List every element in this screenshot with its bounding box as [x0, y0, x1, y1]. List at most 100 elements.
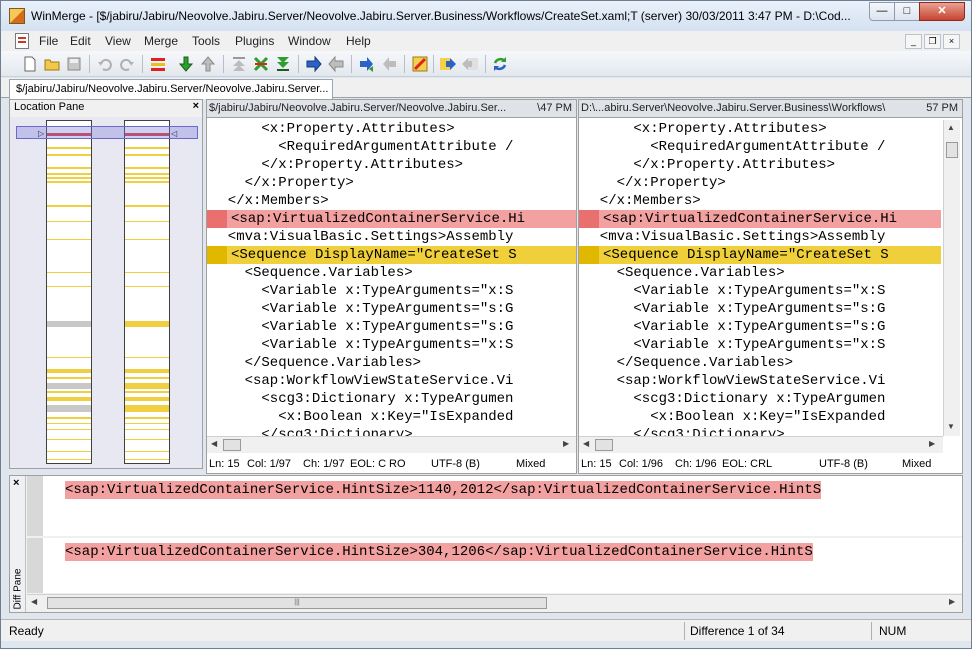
last-diff-icon[interactable]: [274, 55, 292, 73]
options-icon[interactable]: [411, 55, 429, 73]
left-code-line[interactable]: </x:Property>: [207, 174, 576, 192]
first-diff-icon[interactable]: [230, 55, 248, 73]
redo-icon[interactable]: [118, 55, 136, 73]
right-vertical-scrollbar[interactable]: ▲ ▼: [943, 120, 960, 436]
copy-left-icon[interactable]: [327, 55, 345, 73]
menu-window[interactable]: Window: [288, 34, 331, 48]
left-code-line[interactable]: </x:Members>: [207, 192, 576, 210]
document-icon[interactable]: [15, 33, 29, 49]
scroll-left-icon[interactable]: ◀: [583, 439, 589, 448]
right-code-line[interactable]: <Variable x:TypeArguments="s:G: [579, 300, 941, 318]
menu-tools[interactable]: Tools: [192, 34, 220, 48]
diff-options-icon[interactable]: [149, 55, 167, 73]
open-icon[interactable]: [43, 55, 61, 73]
right-hscroll-thumb[interactable]: [595, 439, 613, 451]
refresh-icon[interactable]: [491, 55, 509, 73]
right-code-line[interactable]: <sap:WorkflowViewStateService.Vi: [579, 372, 941, 390]
left-code-line[interactable]: <sap:VirtualizedContainerService.Hi: [207, 210, 576, 228]
left-code-line[interactable]: <mva:VisualBasic.Settings>Assembly: [207, 228, 576, 246]
diff-hscroll-thumb[interactable]: |||: [47, 597, 547, 609]
next-diff-icon[interactable]: [177, 55, 195, 73]
maximize-button[interactable]: □: [894, 2, 920, 21]
location-map-right-column[interactable]: [124, 120, 170, 464]
mdi-close-button[interactable]: ×: [943, 34, 960, 49]
undo-icon[interactable]: [96, 55, 114, 73]
menu-edit[interactable]: Edit: [70, 34, 91, 48]
save-icon[interactable]: [65, 55, 83, 73]
new-icon[interactable]: [21, 55, 39, 73]
left-code-line[interactable]: <Variable x:TypeArguments="s:G: [207, 300, 576, 318]
right-code-line[interactable]: <x:Boolean x:Key="IsExpanded: [579, 408, 941, 426]
left-code-line[interactable]: <scg3:Dictionary x:TypeArgumen: [207, 390, 576, 408]
scroll-left-icon[interactable]: ◀: [211, 439, 217, 448]
right-code-line[interactable]: </scg3:Dictionary>: [579, 426, 941, 436]
location-map-left-column[interactable]: [46, 120, 92, 464]
document-tab[interactable]: $/jabiru/Jabiru/Neovolve.Jabiru.Server/N…: [9, 79, 333, 99]
right-code-line[interactable]: </x:Property>: [579, 174, 941, 192]
scroll-right-icon[interactable]: ▶: [949, 597, 955, 606]
menu-help[interactable]: Help: [346, 34, 371, 48]
all-right-icon[interactable]: [439, 55, 457, 73]
menu-file[interactable]: File: [39, 34, 58, 48]
right-code-line[interactable]: </Sequence.Variables>: [579, 354, 941, 372]
left-code-line[interactable]: <Sequence.Variables>: [207, 264, 576, 282]
left-code-line[interactable]: <Variable x:TypeArguments="x:S: [207, 336, 576, 354]
left-code-line[interactable]: <x:Property.Attributes>: [207, 120, 576, 138]
copy-right-advance-icon[interactable]: [358, 55, 376, 73]
right-code-line[interactable]: <sap:VirtualizedContainerService.Hi: [579, 210, 941, 228]
right-code-line[interactable]: <Variable x:TypeArguments="s:G: [579, 318, 941, 336]
left-code-line[interactable]: </Sequence.Variables>: [207, 354, 576, 372]
mdi-restore-button[interactable]: ❐: [924, 34, 941, 49]
scroll-left-icon[interactable]: ◀: [31, 597, 37, 606]
left-code-line[interactable]: <sap:WorkflowViewStateService.Vi: [207, 372, 576, 390]
left-hscroll-thumb[interactable]: [223, 439, 241, 451]
minimize-button[interactable]: —: [869, 2, 895, 21]
left-code-line[interactable]: <RequiredArgumentAttribute /: [207, 138, 576, 156]
current-diff-icon[interactable]: [252, 55, 270, 73]
right-code-view[interactable]: <x:Property.Attributes> <RequiredArgumen…: [579, 120, 941, 436]
location-map[interactable]: ▷ ◁: [10, 117, 202, 468]
left-code-line[interactable]: </x:Property.Attributes>: [207, 156, 576, 174]
diff-pane-right-line[interactable]: <sap:VirtualizedContainerService.HintSiz…: [27, 538, 962, 593]
right-code-line[interactable]: <Variable x:TypeArguments="x:S: [579, 282, 941, 300]
right-code-line[interactable]: <Sequence DisplayName="CreateSet S: [579, 246, 941, 264]
scroll-down-icon[interactable]: ▼: [947, 422, 955, 431]
diff-horizontal-scrollbar[interactable]: ◀ ||| ▶: [27, 594, 962, 611]
left-code-view[interactable]: <x:Property.Attributes> <RequiredArgumen…: [207, 120, 576, 436]
mdi-minimize-button[interactable]: _: [905, 34, 922, 49]
right-code-line[interactable]: <mva:VisualBasic.Settings>Assembly: [579, 228, 941, 246]
left-code-line[interactable]: <Variable x:TypeArguments="s:G: [207, 318, 576, 336]
menu-plugins[interactable]: Plugins: [235, 34, 274, 48]
scroll-right-icon[interactable]: ▶: [563, 439, 569, 448]
menu-view[interactable]: View: [105, 34, 131, 48]
left-code-line[interactable]: <Sequence DisplayName="CreateSet S: [207, 246, 576, 264]
location-pane-close-icon[interactable]: ×: [193, 100, 199, 112]
location-diff-band: [47, 417, 91, 419]
left-code-line[interactable]: </scg3:Dictionary>: [207, 426, 576, 436]
right-horizontal-scrollbar[interactable]: ◀ ▶: [579, 436, 943, 453]
right-code-line[interactable]: <x:Property.Attributes>: [579, 120, 941, 138]
right-code-line[interactable]: <RequiredArgumentAttribute /: [579, 138, 941, 156]
left-code-line[interactable]: <x:Boolean x:Key="IsExpanded: [207, 408, 576, 426]
left-code-line[interactable]: <Variable x:TypeArguments="x:S: [207, 282, 576, 300]
scroll-up-icon[interactable]: ▲: [947, 123, 955, 132]
right-vscroll-thumb[interactable]: [946, 142, 958, 158]
right-code-line[interactable]: <scg3:Dictionary x:TypeArgumen: [579, 390, 941, 408]
winmerge-app-icon[interactable]: [9, 8, 25, 24]
diff-pane-left-line[interactable]: <sap:VirtualizedContainerService.HintSiz…: [27, 476, 962, 536]
left-horizontal-scrollbar[interactable]: ◀ ▶: [207, 436, 576, 453]
right-code-line[interactable]: </x:Members>: [579, 192, 941, 210]
scroll-right-icon[interactable]: ▶: [929, 439, 935, 448]
title-bar[interactable]: WinMerge - [$/jabiru/Jabiru/Neovolve.Jab…: [1, 1, 971, 31]
prev-diff-icon[interactable]: [199, 55, 217, 73]
right-code-line[interactable]: <Sequence.Variables>: [579, 264, 941, 282]
menu-merge[interactable]: Merge: [144, 34, 178, 48]
all-left-icon[interactable]: [461, 55, 479, 73]
copy-left-advance-icon[interactable]: [380, 55, 398, 73]
close-button[interactable]: ✕: [919, 2, 965, 21]
diff-pane-close-icon[interactable]: ×: [13, 477, 19, 489]
right-code-line[interactable]: </x:Property.Attributes>: [579, 156, 941, 174]
copy-right-icon[interactable]: [305, 55, 323, 73]
location-diff-band: [125, 439, 169, 440]
right-code-line[interactable]: <Variable x:TypeArguments="x:S: [579, 336, 941, 354]
